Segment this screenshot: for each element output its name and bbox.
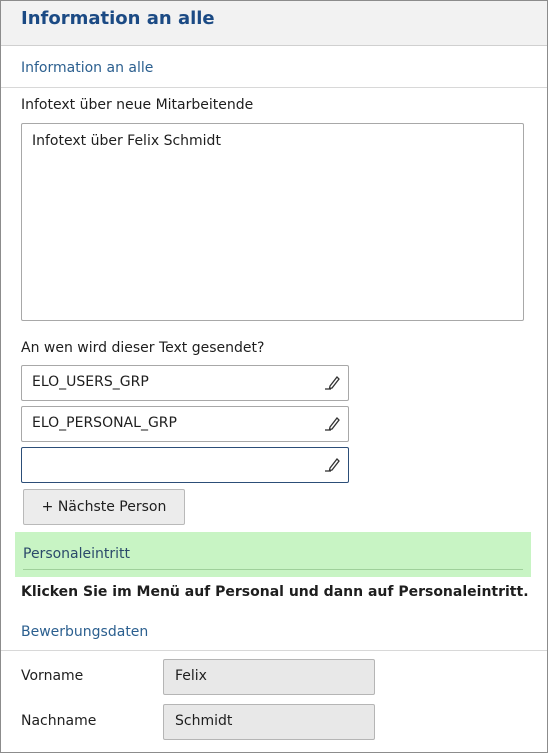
section-title-information: Information an alle <box>21 60 154 76</box>
recipient-value-2: ELO_PERSONAL_GRP <box>32 415 177 431</box>
first-name-value: Felix <box>175 668 207 684</box>
personal-entry-banner: Personaleintritt <box>15 532 531 577</box>
form-title: Information an alle <box>21 8 215 29</box>
recipient-field-1[interactable]: ELO_USERS_GRP <box>21 365 349 401</box>
infotext-label: Infotext über neue Mitarbeitende <box>21 97 254 113</box>
personal-entry-title: Personaleintritt <box>23 546 131 562</box>
next-person-button[interactable]: + Nächste Person <box>23 489 185 525</box>
banner-divider <box>23 569 523 570</box>
edit-pencil-icon[interactable] <box>324 455 340 473</box>
edit-pencil-icon[interactable] <box>324 414 340 432</box>
section-divider <box>1 650 547 651</box>
recipients-label: An wen wird dieser Text gesendet? <box>21 340 265 356</box>
last-name-label: Nachname <box>21 713 97 729</box>
section-divider <box>1 87 547 88</box>
personal-entry-hint: Klicken Sie im Menü auf Personal und dan… <box>21 584 529 600</box>
infotext-value: Infotext über Felix Schmidt <box>32 133 221 149</box>
section-title-application: Bewerbungsdaten <box>21 624 149 640</box>
infotext-textarea[interactable]: Infotext über Felix Schmidt <box>21 123 524 321</box>
form-panel: Information an alle Information an alle … <box>0 0 548 753</box>
recipient-field-2[interactable]: ELO_PERSONAL_GRP <box>21 406 349 442</box>
first-name-label: Vorname <box>21 668 84 684</box>
recipient-value-1: ELO_USERS_GRP <box>32 374 149 390</box>
last-name-value: Schmidt <box>175 713 233 729</box>
recipient-field-3[interactable] <box>21 447 349 483</box>
form-header: Information an alle <box>1 1 547 46</box>
last-name-field: Schmidt <box>163 704 375 740</box>
first-name-field: Felix <box>163 659 375 695</box>
edit-pencil-icon[interactable] <box>324 373 340 391</box>
